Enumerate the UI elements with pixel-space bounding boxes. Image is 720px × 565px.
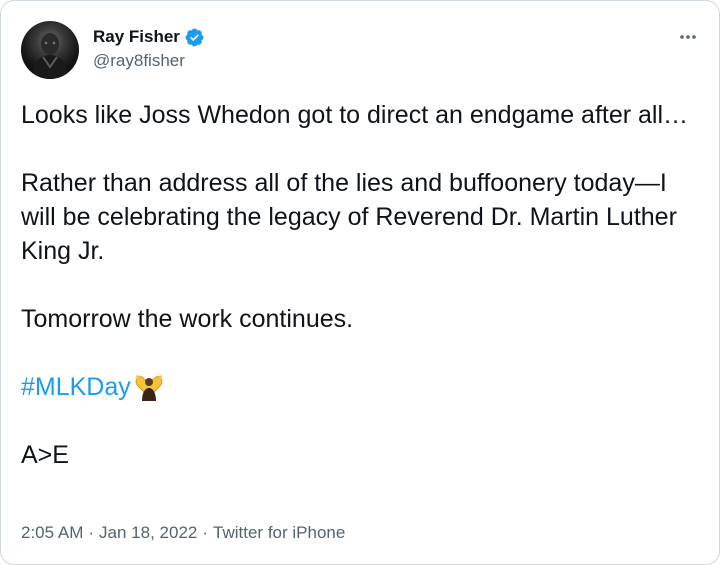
tweet-card: Ray Fisher @ray8fisher Looks like Joss W… — [0, 0, 720, 565]
tweet-meta: 2:05 AM · Jan 18, 2022 · Twitter for iPhone — [21, 522, 345, 544]
author-handle[interactable]: @ray8fisher — [93, 50, 185, 72]
hashtag-line: #MLKDay — [21, 370, 701, 404]
ellipsis-icon[interactable] — [673, 27, 703, 47]
meta-separator: · — [88, 523, 95, 542]
meta-separator: · — [202, 523, 209, 542]
tweet-paragraph: Rather than address all of the lies and … — [21, 169, 677, 265]
avatar[interactable] — [21, 21, 79, 79]
avatar-image — [31, 33, 69, 79]
raised-hands-icon — [133, 371, 165, 403]
tweet-time[interactable]: 2:05 AM — [21, 523, 83, 542]
tweet-paragraph: Looks like Joss Whedon got to direct an … — [21, 101, 689, 129]
author-display-name[interactable]: Ray Fisher — [93, 26, 205, 48]
author-name-text[interactable]: Ray Fisher — [93, 26, 180, 48]
verified-badge-icon — [184, 27, 205, 48]
tweet-date[interactable]: Jan 18, 2022 — [99, 523, 197, 542]
tweet-paragraph: Tomorrow the work continues. — [21, 305, 354, 333]
tweet-paragraph: A>E — [21, 441, 69, 469]
tweet-source[interactable]: Twitter for iPhone — [213, 523, 345, 542]
tweet-text: Looks like Joss Whedon got to direct an … — [21, 98, 701, 472]
hashtag-link[interactable]: #MLKDay — [21, 370, 131, 404]
